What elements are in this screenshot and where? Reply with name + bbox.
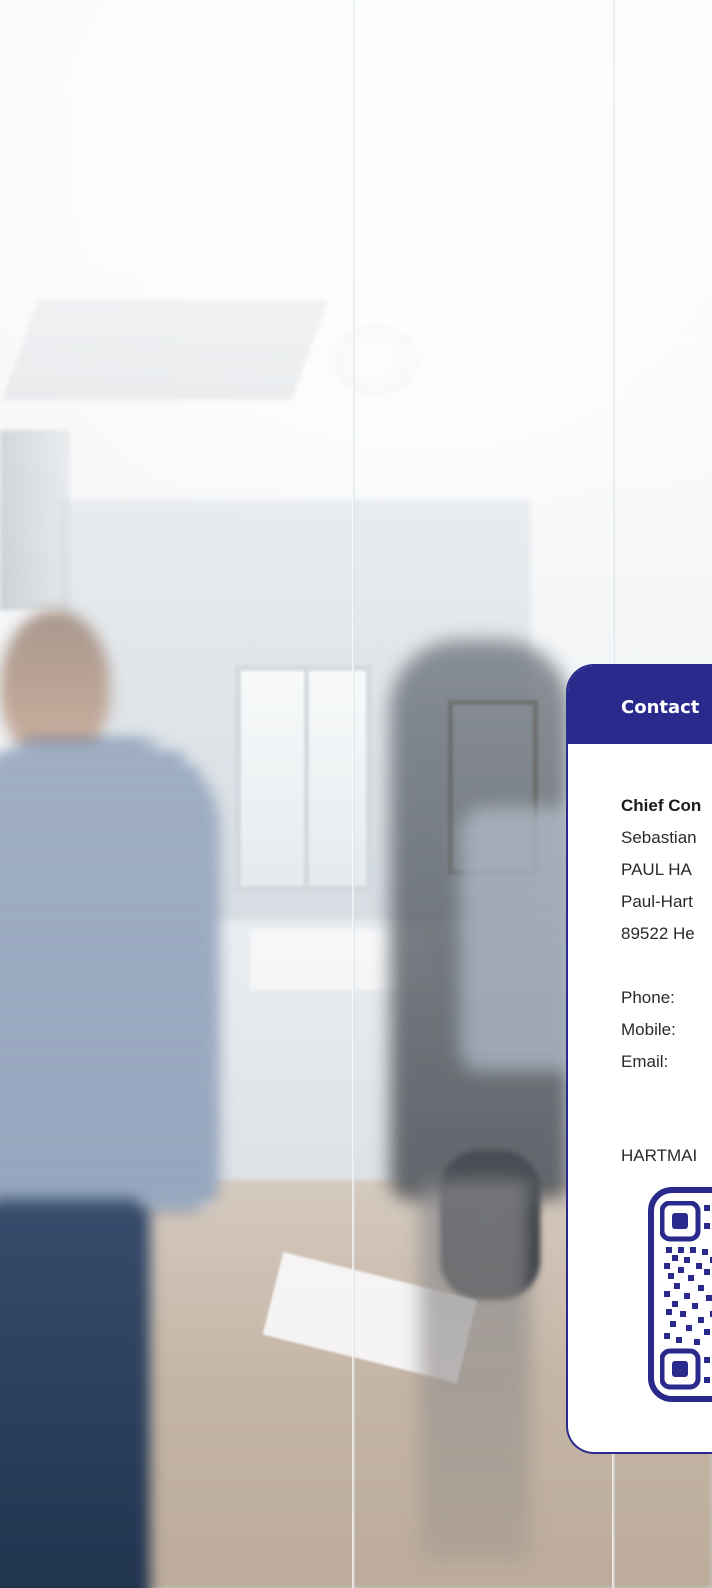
phone-label: Phone: bbox=[621, 988, 675, 1007]
company-name: HARTMAI bbox=[621, 1146, 698, 1165]
contact-job-title: Chief Con bbox=[621, 796, 702, 815]
contact-name: Sebastian bbox=[621, 828, 697, 847]
contact-street: Paul-Hart bbox=[621, 892, 693, 911]
contact-company-line: PAUL HA bbox=[621, 860, 692, 879]
contact-city: 89522 He bbox=[621, 924, 695, 943]
email-label: Email: bbox=[621, 1052, 669, 1071]
mobile-label: Mobile: bbox=[621, 1020, 676, 1039]
glass-panel-edge bbox=[352, 0, 355, 1588]
qr-code-pattern bbox=[660, 1201, 712, 1390]
contact-card-header: Contact bbox=[568, 666, 712, 744]
contact-card: Contact Chief Con Sebastian PAUL HA Paul… bbox=[566, 664, 712, 1454]
qr-code[interactable] bbox=[648, 1187, 712, 1402]
contact-card-body: Chief Con Sebastian PAUL HA Paul-Hart 89… bbox=[568, 790, 712, 1172]
